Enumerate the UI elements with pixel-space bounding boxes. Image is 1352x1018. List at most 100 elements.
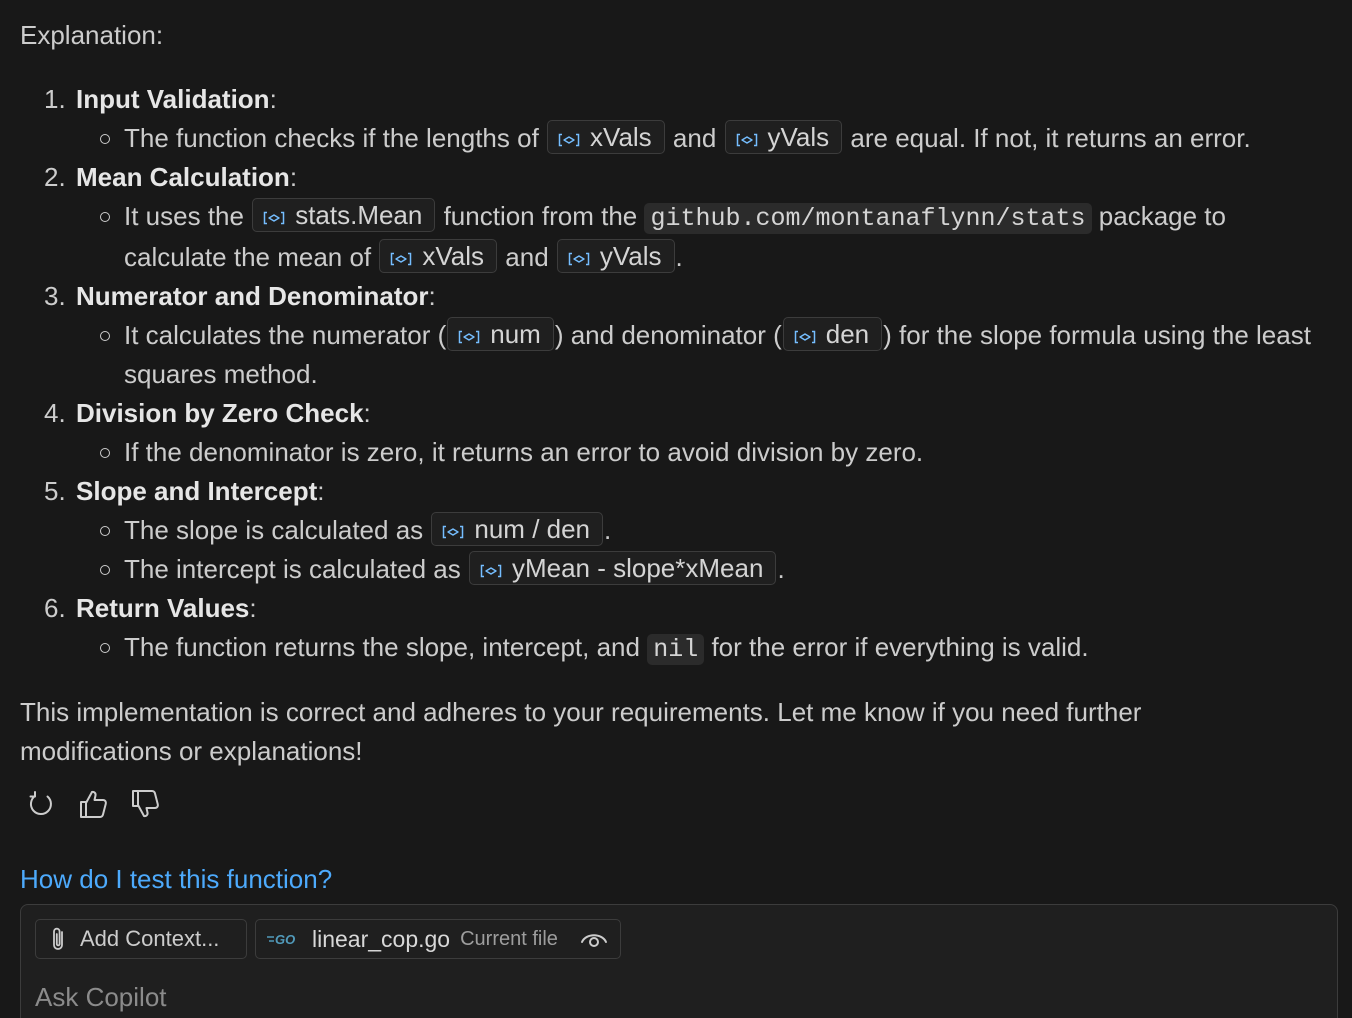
step-number: 1. xyxy=(44,84,66,114)
copilot-chat-panel: Explanation: 1. Input Validation: The func… xyxy=(0,0,1352,1018)
chat-input-box: Add Context... GO linear_cop.go Current … xyxy=(20,904,1338,1018)
add-context-button[interactable]: Add Context... xyxy=(35,919,247,959)
follow-up-suggestion[interactable]: How do I test this function? xyxy=(20,861,332,897)
symbol-reference[interactable]: den xyxy=(782,317,883,351)
bullet-item: The intercept is calculated as yMean - s… xyxy=(76,550,1332,589)
inline-code: nil xyxy=(647,634,705,665)
symbol-name: num / den xyxy=(474,514,591,544)
step-title-text: Mean Calculation xyxy=(76,162,290,192)
step-item: 5. Slope and Intercept: The slope is calcu… xyxy=(20,472,1332,589)
symbol-reference[interactable]: yVals xyxy=(556,239,675,273)
current-file-name: linear_cop.go xyxy=(312,925,451,952)
go-file-icon: GO xyxy=(267,932,295,947)
symbol-reference[interactable]: yVals xyxy=(724,120,843,154)
step-title-text: Input Validation xyxy=(76,84,270,114)
bullet-text: The intercept is calculated as xyxy=(124,554,468,584)
bullet-text: It uses the xyxy=(124,201,252,231)
step-title: Return Values: xyxy=(76,593,257,623)
bullet-text: and xyxy=(498,242,556,272)
bullet-item: The function returns the slope, intercep… xyxy=(76,628,1332,669)
bullet-text: ) and denominator ( xyxy=(554,320,782,350)
symbol-reference[interactable]: num xyxy=(447,317,554,351)
bullet-text: . xyxy=(675,242,683,272)
add-context-label: Add Context... xyxy=(80,926,220,951)
step-item: 2. Mean Calculation: It uses the stats.Mea… xyxy=(20,158,1332,277)
inline-code: github.com/montanaflynn/stats xyxy=(644,203,1092,234)
bullet-text: function from the xyxy=(436,201,645,231)
variable-symbol-icon xyxy=(568,252,590,266)
step-bullets: The slope is calculated as num / den. The… xyxy=(76,511,1332,589)
bullet-text: It calculates the numerator ( xyxy=(124,320,447,350)
symbol-name: yMean - slope*xMean xyxy=(511,553,764,583)
variable-symbol-icon xyxy=(263,211,285,225)
step-title: Slope and Intercept: xyxy=(76,476,325,506)
thumbs-down-icon[interactable] xyxy=(130,788,160,820)
current-file-label: Current file xyxy=(460,927,558,950)
explanation-heading: Explanation: xyxy=(20,20,164,50)
step-number: 2. xyxy=(44,162,66,192)
thumbs-up-icon[interactable] xyxy=(78,788,108,820)
step-title-text: Division by Zero Check xyxy=(76,398,364,428)
current-file-chip[interactable]: GO linear_cop.go Current file xyxy=(255,919,621,959)
step-number: 5. xyxy=(44,476,66,506)
step-bullets: It calculates the numerator ( num ) and de… xyxy=(76,316,1332,394)
step-item: 1. Input Validation: The function checks i… xyxy=(20,80,1332,158)
step-number: 3. xyxy=(44,281,66,311)
svg-text:GO: GO xyxy=(275,932,295,947)
symbol-reference[interactable]: num / den xyxy=(431,512,604,546)
step-number: 4. xyxy=(44,398,66,428)
symbol-name: num xyxy=(490,319,541,349)
variable-symbol-icon xyxy=(558,133,580,147)
variable-symbol-icon xyxy=(459,330,480,344)
ask-copilot-input[interactable] xyxy=(35,979,1315,1015)
step-title-text: Numerator and Denominator xyxy=(76,281,429,311)
step-title: Division by Zero Check: xyxy=(76,398,371,428)
step-bullets: The function returns the slope, intercep… xyxy=(76,628,1332,669)
bullet-text: . xyxy=(604,515,612,545)
eye-icon[interactable] xyxy=(580,928,608,950)
bullet-text: for the error if everything is valid. xyxy=(704,632,1089,662)
symbol-reference[interactable]: xVals xyxy=(379,239,498,273)
bullet-item: It calculates the numerator ( num ) and de… xyxy=(76,316,1332,394)
step-item: 4. Division by Zero Check: If the denomina… xyxy=(20,394,1332,472)
symbol-name: yVals xyxy=(767,122,830,152)
bullet-text: . xyxy=(777,554,785,584)
bullet-item: The function checks if the lengths of xV… xyxy=(76,119,1332,158)
bullet-item: It uses the stats.Mean function from the… xyxy=(76,197,1332,277)
symbol-name: den xyxy=(825,319,870,349)
step-item: 3. Numerator and Denominator: It calculate… xyxy=(20,277,1332,394)
bullet-text: If the denominator is zero, it returns a… xyxy=(124,437,924,467)
step-title: Mean Calculation: xyxy=(76,162,298,192)
variable-symbol-icon xyxy=(443,525,464,539)
step-item: 6. Return Values: The function returns the… xyxy=(20,589,1332,669)
step-bullets: It uses the stats.Mean function from the… xyxy=(76,197,1332,277)
paperclip-icon xyxy=(53,927,63,950)
symbol-name: yVals xyxy=(599,241,662,271)
symbol-reference[interactable]: stats.Mean xyxy=(252,198,436,232)
variable-symbol-icon xyxy=(480,564,502,578)
bullet-text: The function checks if the lengths of xyxy=(124,123,547,153)
step-title: Input Validation: xyxy=(76,84,277,114)
symbol-reference[interactable]: xVals xyxy=(547,120,665,154)
symbol-name: xVals xyxy=(590,122,652,152)
variable-symbol-icon xyxy=(391,252,412,266)
retry-icon[interactable] xyxy=(26,788,56,820)
response-actions xyxy=(26,788,160,820)
symbol-reference[interactable]: yMean - slope*xMean xyxy=(468,551,777,585)
bullet-text: and xyxy=(665,123,724,153)
step-title-text: Slope and Intercept xyxy=(76,476,318,506)
bullet-item: If the denominator is zero, it returns a… xyxy=(76,433,1332,472)
bullet-text: are equal. If not, it returns an error. xyxy=(843,123,1251,153)
step-title-text: Return Values xyxy=(76,593,250,623)
step-title: Numerator and Denominator: xyxy=(76,281,436,311)
step-bullets: If the denominator is zero, it returns a… xyxy=(76,433,1332,472)
explanation-steps: 1. Input Validation: The function checks i… xyxy=(20,80,1332,669)
variable-symbol-icon xyxy=(794,330,815,344)
bullet-text: The slope is calculated as xyxy=(124,515,431,545)
symbol-name: xVals xyxy=(422,241,485,271)
closing-message: This implementation is correct and adher… xyxy=(20,697,1142,766)
bullet-text: The function returns the slope, intercep… xyxy=(124,632,648,662)
symbol-name: stats.Mean xyxy=(295,200,423,230)
step-bullets: The function checks if the lengths of xV… xyxy=(76,119,1332,158)
step-number: 6. xyxy=(44,593,66,623)
